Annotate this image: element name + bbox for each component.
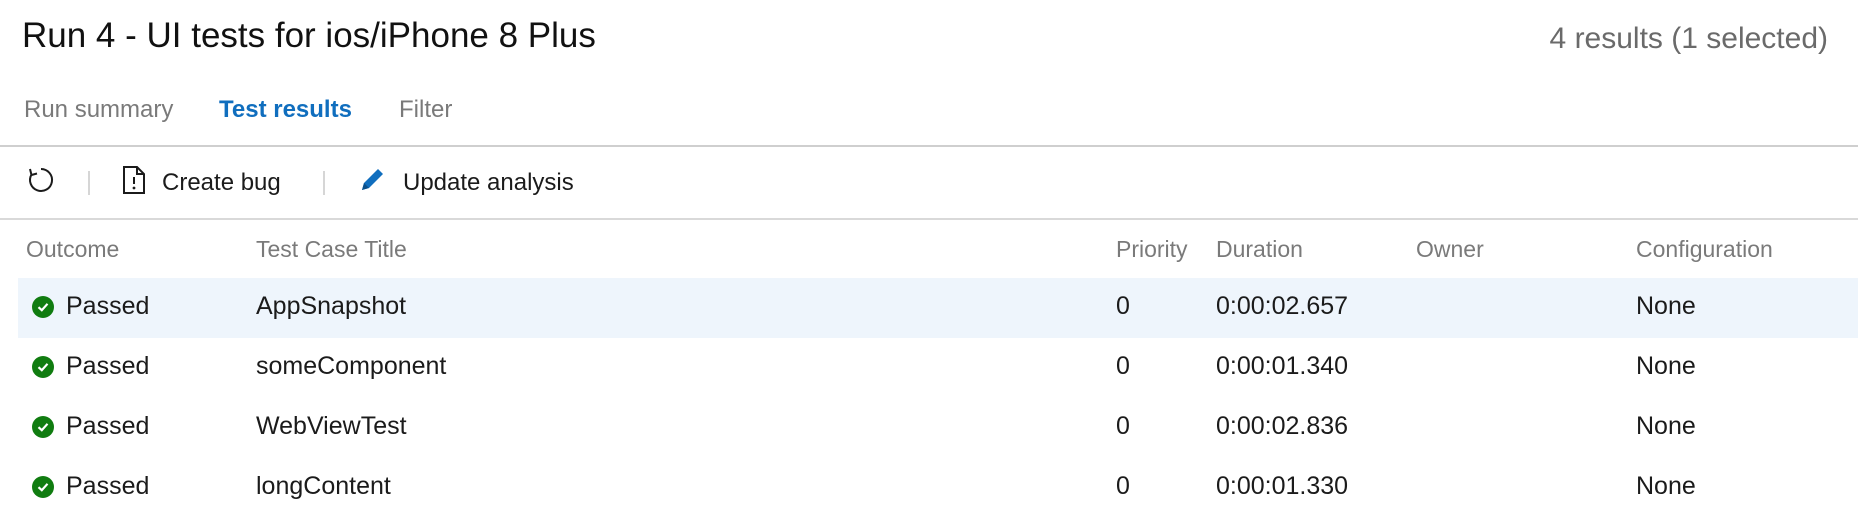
test-results-page: Run 4 - UI tests for ios/iPhone 8 Plus 4… [0,0,1858,526]
configuration-cell: None [1636,412,1696,440]
configuration-cell: None [1636,292,1696,320]
column-header-outcome[interactable]: Outcome [26,236,119,263]
priority-cell: 0 [1116,472,1130,500]
passed-check-icon [32,475,54,498]
outcome-cell: Passed [32,412,149,441]
priority-cell: 0 [1116,292,1130,320]
toolbar-separator [88,171,90,195]
toolbar-separator [323,171,325,195]
update-analysis-button[interactable]: Update analysis [357,167,574,199]
configuration-cell: None [1636,352,1696,380]
table-row[interactable]: Passed someComponent 0 0:00:01.340 None [18,338,1858,398]
toolbar: Create bug Update analysis [0,147,1858,217]
passed-check-icon [32,415,54,438]
priority-cell: 0 [1116,412,1130,440]
outcome-label: Passed [66,292,150,320]
column-header-title[interactable]: Test Case Title [256,236,407,263]
tab-run-summary[interactable]: Run summary [24,96,173,124]
passed-check-icon [32,295,54,318]
test-case-title: AppSnapshot [256,292,407,320]
test-case-title: someComponent [256,352,447,380]
column-header-configuration[interactable]: Configuration [1636,236,1773,263]
duration-cell: 0:00:02.836 [1216,412,1349,440]
refresh-icon [26,165,56,202]
table-row[interactable]: Passed WebViewTest 0 0:00:02.836 None [18,398,1858,458]
outcome-label: Passed [66,472,150,500]
toolbar-divider [0,218,1858,220]
tab-bar: Run summary Test results Filter [0,88,1858,138]
refresh-button[interactable] [24,167,58,199]
outcome-cell: Passed [32,292,149,321]
results-table: Passed AppSnapshot 0 0:00:02.657 None Pa… [18,278,1858,518]
outcome-cell: Passed [32,352,149,381]
outcome-cell: Passed [32,472,149,501]
column-header-priority[interactable]: Priority [1116,236,1188,263]
outcome-label: Passed [66,352,150,380]
configuration-cell: None [1636,472,1696,500]
tab-test-results[interactable]: Test results [219,96,352,124]
column-header-duration[interactable]: Duration [1216,236,1303,263]
outcome-label: Passed [66,412,150,440]
page-title: Run 4 - UI tests for ios/iPhone 8 Plus [22,16,596,55]
duration-cell: 0:00:01.340 [1216,352,1349,380]
tab-filter[interactable]: Filter [399,96,452,124]
column-header-owner[interactable]: Owner [1416,236,1484,263]
test-case-title: WebViewTest [256,412,407,440]
passed-check-icon [32,355,54,378]
table-header: Outcome Test Case Title Priority Duratio… [0,228,1858,276]
table-row[interactable]: Passed longContent 0 0:00:01.330 None [18,458,1858,518]
priority-cell: 0 [1116,352,1130,380]
create-bug-label: Create bug [162,169,281,196]
update-analysis-label: Update analysis [403,169,574,196]
pencil-icon [357,165,387,202]
table-row[interactable]: Passed AppSnapshot 0 0:00:02.657 None [18,278,1858,338]
duration-cell: 0:00:01.330 [1216,472,1349,500]
create-bug-button[interactable]: Create bug [122,165,281,202]
header: Run 4 - UI tests for ios/iPhone 8 Plus 4… [0,0,1858,78]
result-count: 4 results (1 selected) [1549,22,1828,55]
document-warning-icon [122,165,146,202]
test-case-title: longContent [256,472,391,500]
duration-cell: 0:00:02.657 [1216,292,1349,320]
